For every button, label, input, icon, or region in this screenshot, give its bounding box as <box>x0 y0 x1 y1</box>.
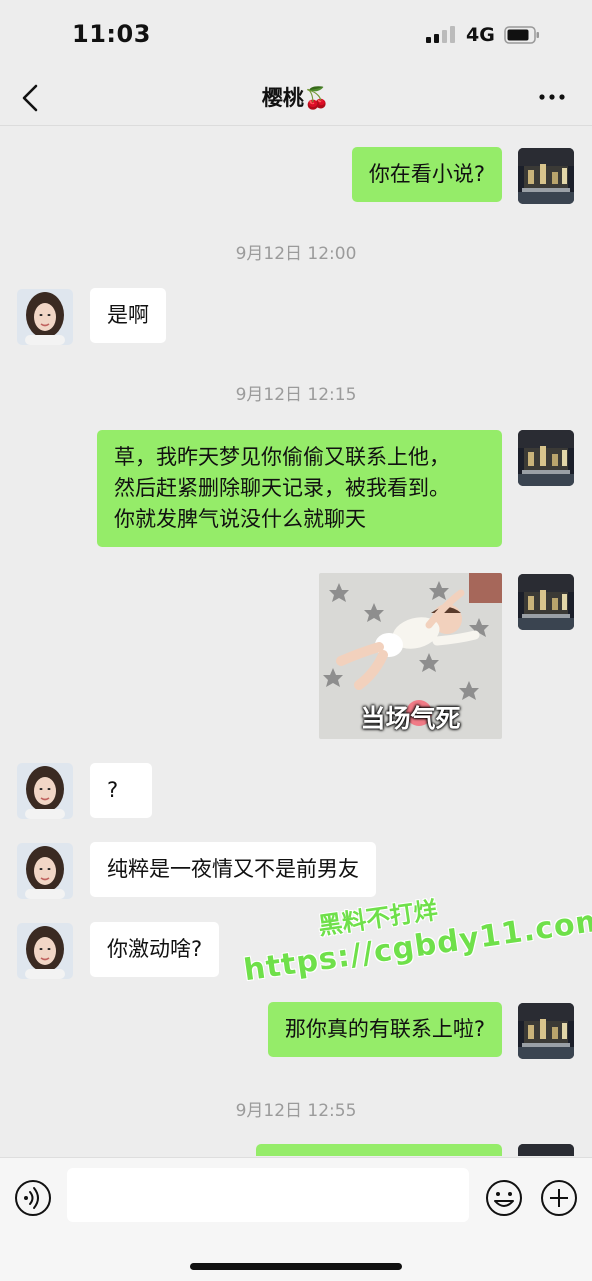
my-avatar[interactable] <box>518 1144 574 1156</box>
sticker-image[interactable]: 当场气死 <box>319 573 502 739</box>
message-text-line: 你就发脾气说没什么就聊天 <box>114 507 366 531</box>
message-bubble-received[interactable]: 是啊 <box>90 288 166 343</box>
message-text: 那你真的有联系上啦? <box>284 1017 485 1041</box>
message-bubble-received[interactable]: 你激动啥? <box>90 922 220 977</box>
message-text: 你在看小说? <box>368 162 485 186</box>
status-time: 11:03 <box>72 20 151 48</box>
add-attachment-icon[interactable] <box>539 1178 579 1218</box>
input-bar <box>0 1157 592 1281</box>
message-bubble-sent-partial[interactable] <box>256 1144 502 1156</box>
home-indicator[interactable] <box>190 1263 402 1270</box>
message-input[interactable] <box>67 1168 469 1222</box>
message-text: ? <box>107 778 119 802</box>
contact-avatar[interactable] <box>17 289 73 345</box>
message-text-line: 草，我昨天梦见你偷偷又联系上他， <box>114 445 450 469</box>
my-avatar[interactable] <box>518 430 574 486</box>
chat-header: 樱桃🍒 <box>0 70 592 126</box>
message-bubble-sent[interactable]: 草，我昨天梦见你偷偷又联系上他， 然后赶紧删除聊天记录，被我看到。 你就发脾气说… <box>97 430 502 547</box>
contact-avatar[interactable] <box>17 763 73 819</box>
my-avatar[interactable] <box>518 574 574 630</box>
contact-avatar[interactable] <box>17 923 73 979</box>
message-text-line: 然后赶紧删除聊天记录，被我看到。 <box>114 476 450 500</box>
more-options-icon[interactable] <box>532 82 572 112</box>
sticker-caption: 当场气死 <box>360 704 461 733</box>
message-text: 是啊 <box>107 303 149 327</box>
message-text: 纯粹是一夜情又不是前男友 <box>107 857 359 881</box>
message-bubble-sent[interactable]: 那你真的有联系上啦? <box>267 1002 502 1057</box>
voice-input-icon[interactable] <box>13 1178 53 1218</box>
my-avatar[interactable] <box>518 1003 574 1059</box>
message-bubble-received[interactable]: ? <box>90 763 152 818</box>
timestamp: 9月12日 12:55 <box>235 1101 357 1121</box>
message-list[interactable]: 你在看小说? 9月12日 12:00 是啊 9月12日 12:15 草，我昨天梦… <box>0 126 592 1156</box>
battery-icon <box>504 26 539 44</box>
message-bubble-received[interactable]: 纯粹是一夜情又不是前男友 <box>90 842 376 897</box>
message-text: 你激动啥? <box>107 937 203 961</box>
timestamp: 9月12日 12:00 <box>235 244 357 264</box>
contact-avatar[interactable] <box>17 843 73 899</box>
signal-strength-icon <box>426 26 455 43</box>
message-bubble-sent[interactable]: 你在看小说? <box>351 147 502 202</box>
status-bar: 11:03 4G <box>0 0 592 70</box>
emoji-icon[interactable] <box>484 1178 524 1218</box>
chat-title: 樱桃🍒 <box>261 86 331 110</box>
my-avatar[interactable] <box>518 148 574 204</box>
network-type: 4G <box>466 24 495 46</box>
timestamp: 9月12日 12:15 <box>235 385 357 405</box>
